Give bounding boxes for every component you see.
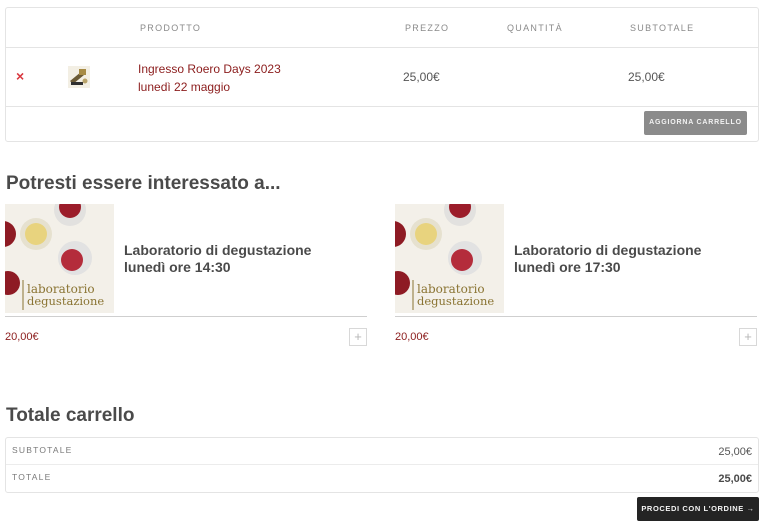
cart-item-date[interactable]: lunedì 22 maggio	[138, 78, 281, 96]
cart-totals-table: SUBTOTALE 25,00€ TOTALE 25,00€	[5, 437, 759, 493]
add-to-cart-plus-icon[interactable]: +	[349, 328, 367, 346]
cart-actions: AGGIORNA CARRELLO	[6, 107, 758, 143]
cart-item-title[interactable]: Ingresso Roero Days 2023	[138, 60, 281, 78]
product-image[interactable]: laboratorio degustazione	[395, 204, 504, 313]
cross-sell-title[interactable]: Laboratorio di degustazione lunedì ore 1…	[514, 242, 701, 276]
image-caption-line2: degustazione	[417, 294, 494, 308]
subtotal-value: 25,00€	[718, 446, 752, 458]
cart-item-price: 25,00€	[403, 70, 440, 84]
cart-table-header: PRODOTTO PREZZO QUANTITÀ SUBTOTALE	[6, 8, 758, 48]
cart-item-subtotal: 25,00€	[628, 70, 665, 84]
cross-sell-title-line1[interactable]: Laboratorio di degustazione	[124, 242, 311, 259]
header-quantity: QUANTITÀ	[507, 23, 563, 33]
product-thumbnail[interactable]	[68, 66, 90, 88]
header-product: PRODOTTO	[140, 23, 202, 33]
total-label: TOTALE	[12, 472, 52, 482]
cross-sell-title[interactable]: Laboratorio di degustazione lunedì ore 1…	[124, 242, 311, 276]
total-value: 25,00€	[718, 473, 752, 485]
cart-totals-title: Totale carrello	[6, 405, 135, 426]
divider	[395, 316, 757, 317]
total-row: TOTALE 25,00€	[6, 465, 758, 492]
proceed-to-checkout-button[interactable]: PROCEDI CON L'ORDINE →	[637, 497, 759, 521]
cart-item-name[interactable]: Ingresso Roero Days 2023 lunedì 22 maggi…	[138, 60, 281, 96]
cross-sells-title: Potresti essere interessato a...	[6, 173, 281, 194]
divider	[5, 316, 367, 317]
cross-sell-price: 20,00€	[5, 331, 39, 343]
cross-sell-card: laboratorio degustazione Laboratorio di …	[395, 204, 757, 349]
cross-sell-title-line2[interactable]: lunedì ore 14:30	[124, 259, 311, 276]
product-image[interactable]: laboratorio degustazione	[5, 204, 114, 313]
subtotal-label: SUBTOTALE	[12, 445, 73, 455]
remove-item-icon[interactable]: ×	[16, 69, 24, 83]
cross-sell-title-line1[interactable]: Laboratorio di degustazione	[514, 242, 701, 259]
cross-sell-price: 20,00€	[395, 331, 429, 343]
add-to-cart-plus-icon[interactable]: +	[739, 328, 757, 346]
update-cart-button[interactable]: AGGIORNA CARRELLO	[644, 111, 747, 135]
cart-item-row: × Ingresso Roero Days 2023 lunedì 22 mag…	[6, 48, 758, 107]
subtotal-row: SUBTOTALE 25,00€	[6, 438, 758, 465]
cross-sell-card: laboratorio degustazione Laboratorio di …	[5, 204, 367, 349]
image-caption-line2: degustazione	[27, 294, 104, 308]
header-subtotal: SUBTOTALE	[630, 23, 695, 33]
header-price: PREZZO	[405, 23, 450, 33]
cross-sell-title-line2[interactable]: lunedì ore 17:30	[514, 259, 701, 276]
cart-table: PRODOTTO PREZZO QUANTITÀ SUBTOTALE × Ing…	[5, 7, 759, 142]
